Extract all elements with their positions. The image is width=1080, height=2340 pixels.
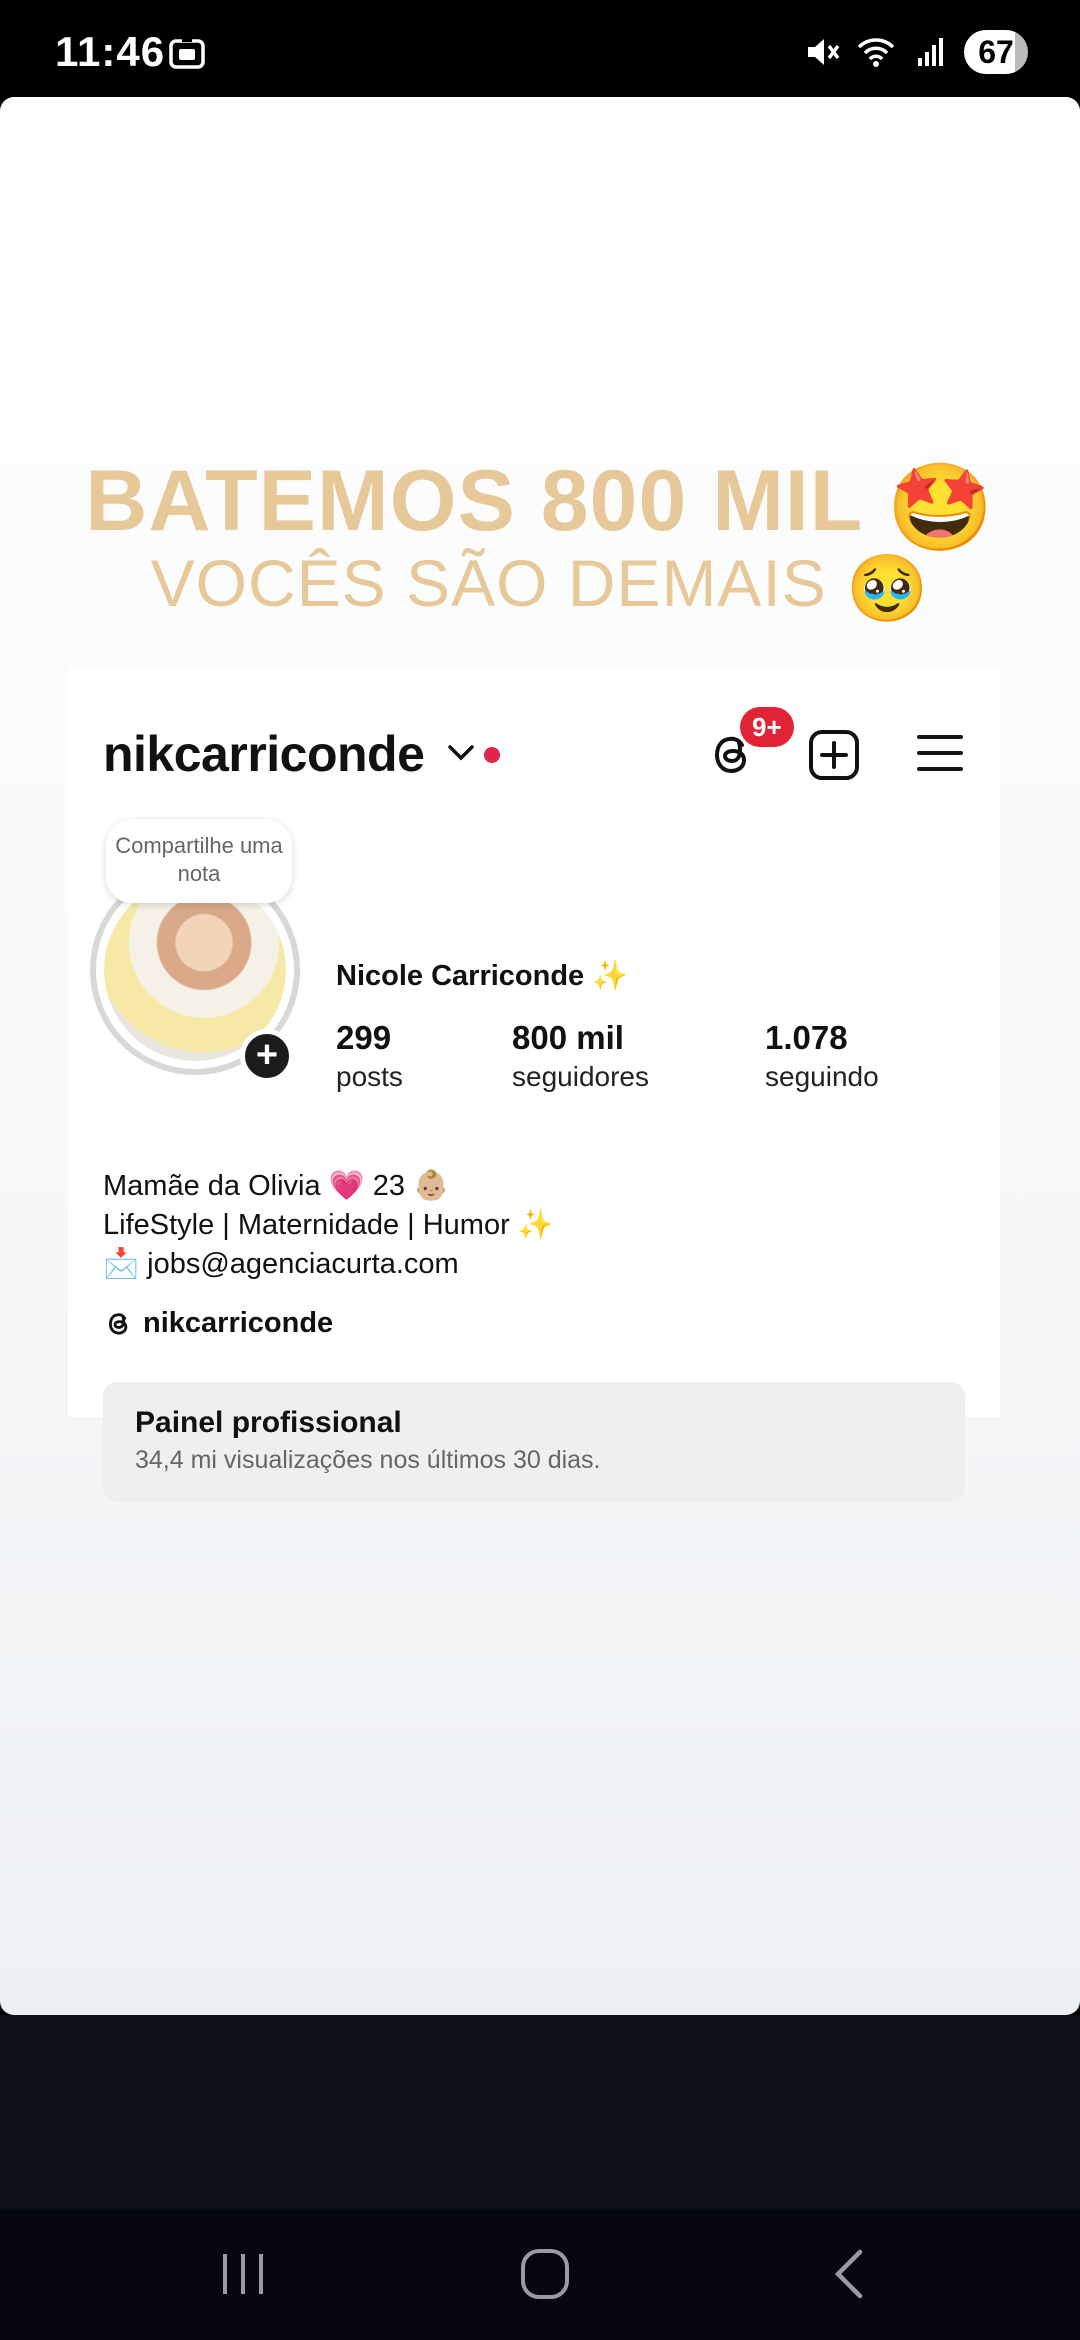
profile-username[interactable]: nikcarriconde: [103, 725, 425, 783]
story-headline-2: VOCÊS SÃO DEMAIS 🥹: [0, 545, 1080, 628]
pleading-emoji: 🥹: [846, 550, 930, 625]
professional-dashboard[interactable]: Painel profissional 34,4 mi visualizaçõe…: [103, 1382, 965, 1502]
mute-icon: [808, 39, 840, 65]
headline-2-text: VOCÊS SÃO DEMAIS: [150, 546, 827, 620]
note-bubble[interactable]: Compartilhe uma nota: [106, 819, 292, 903]
story-card: BATEMOS 800 MIL 🤩 VOCÊS SÃO DEMAIS 🥹 nik…: [0, 97, 1080, 2015]
status-time: 11:46: [55, 28, 166, 75]
menu-icon[interactable]: [916, 733, 964, 773]
stat-followers[interactable]: 800 mil seguidores: [512, 1019, 649, 1093]
back-icon[interactable]: [820, 2248, 880, 2300]
stat-label: posts: [336, 1061, 403, 1092]
add-story-icon[interactable]: +: [240, 1029, 294, 1083]
headline-1-text: BATEMOS 800 MIL: [85, 453, 862, 549]
stat-value: 1.078: [765, 1019, 848, 1056]
chevron-down-icon[interactable]: [446, 743, 476, 763]
pro-panel-subtitle: 34,4 mi visualizações nos últimos 30 dia…: [135, 1446, 601, 1474]
notification-badge: 9+: [740, 707, 794, 747]
bio-email-link[interactable]: 📩 jobs@agenciacurta.com: [103, 1245, 554, 1284]
notification-dot: [484, 747, 500, 763]
bio: Mamãe da Olivia 💗 23 👶🏼 LifeStyle | Mate…: [103, 1167, 554, 1284]
recents-icon[interactable]: [213, 2248, 273, 2300]
stat-posts[interactable]: 299 posts: [336, 1019, 403, 1093]
star-struck-emoji: 🤩: [886, 459, 995, 556]
threads-handle: nikcarriconde: [143, 1307, 334, 1339]
status-icons: 67: [802, 30, 1028, 74]
add-post-icon[interactable]: [808, 729, 860, 781]
stat-label: seguidores: [512, 1061, 649, 1092]
story-headline-1: BATEMOS 800 MIL 🤩: [0, 452, 1080, 558]
pro-panel-title: Painel profissional: [135, 1406, 402, 1439]
signal-icon: [918, 38, 943, 66]
battery-icon: 67: [964, 30, 1028, 74]
status-bar: 11:46 67: [0, 0, 1080, 100]
wifi-icon: [857, 38, 895, 67]
stat-value: 800 mil: [512, 1019, 624, 1056]
display-name: Nicole Carriconde ✨: [336, 960, 629, 992]
stat-following[interactable]: 1.078 seguindo: [765, 1019, 879, 1093]
home-icon[interactable]: [515, 2248, 575, 2300]
profile-screenshot: nikcarriconde 9+ Compartilhe uma nota + …: [68, 667, 1000, 1502]
screenshot-icon: [169, 36, 205, 69]
threads-profile-link[interactable]: nikcarriconde: [103, 1307, 333, 1340]
bio-line: LifeStyle | Maternidade | Humor ✨: [103, 1209, 554, 1241]
stat-label: seguindo: [765, 1061, 879, 1092]
bio-line: Mamãe da Olivia 💗 23 👶🏼: [103, 1170, 450, 1202]
threads-small-icon: [108, 1312, 128, 1335]
stat-value: 299: [336, 1019, 392, 1056]
